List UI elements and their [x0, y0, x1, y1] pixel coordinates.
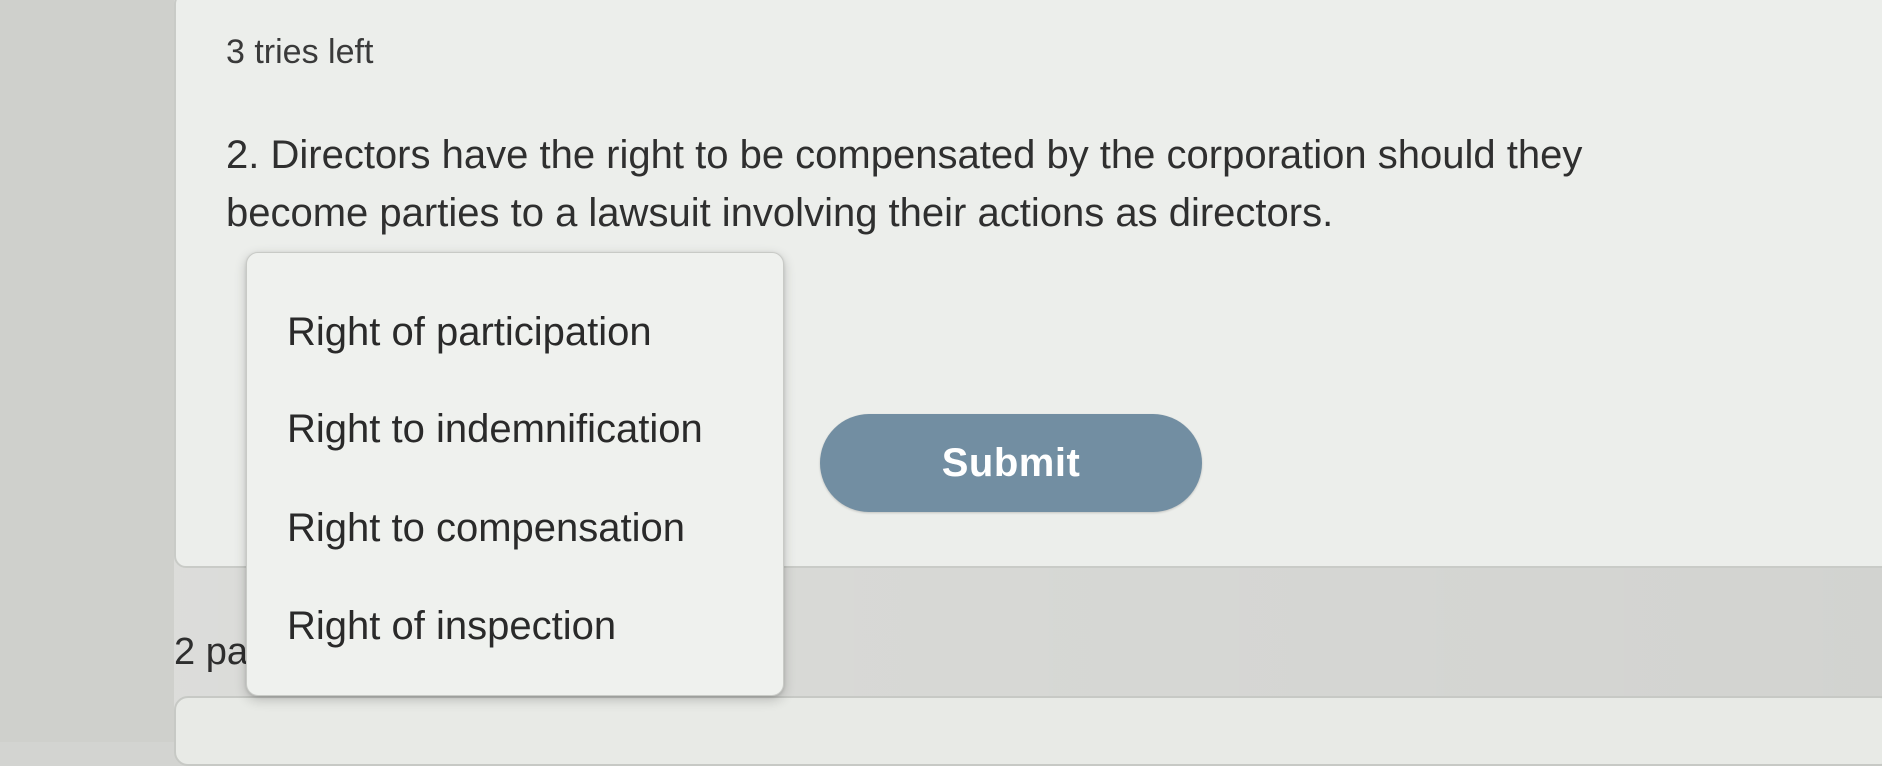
question-text: 2. Directors have the right to be compen… — [226, 133, 1583, 235]
dropdown-option-right-of-participation[interactable]: Right of participation — [287, 297, 652, 367]
answer-dropdown-menu[interactable]: Right of participation Right to indemnif… — [246, 252, 784, 696]
submit-button[interactable]: Submit — [820, 414, 1202, 512]
dropdown-option-right-to-indemnification[interactable]: Right to indemnification — [287, 394, 703, 464]
tries-left-text: 3 tries left — [226, 33, 374, 71]
next-question-points-label: 2 pa — [174, 631, 248, 673]
left-margin — [0, 0, 174, 742]
next-question-card — [174, 696, 1882, 766]
dropdown-option-right-of-inspection[interactable]: Right of inspection — [287, 591, 616, 661]
dropdown-option-right-to-compensation[interactable]: Right to compensation — [287, 493, 685, 563]
